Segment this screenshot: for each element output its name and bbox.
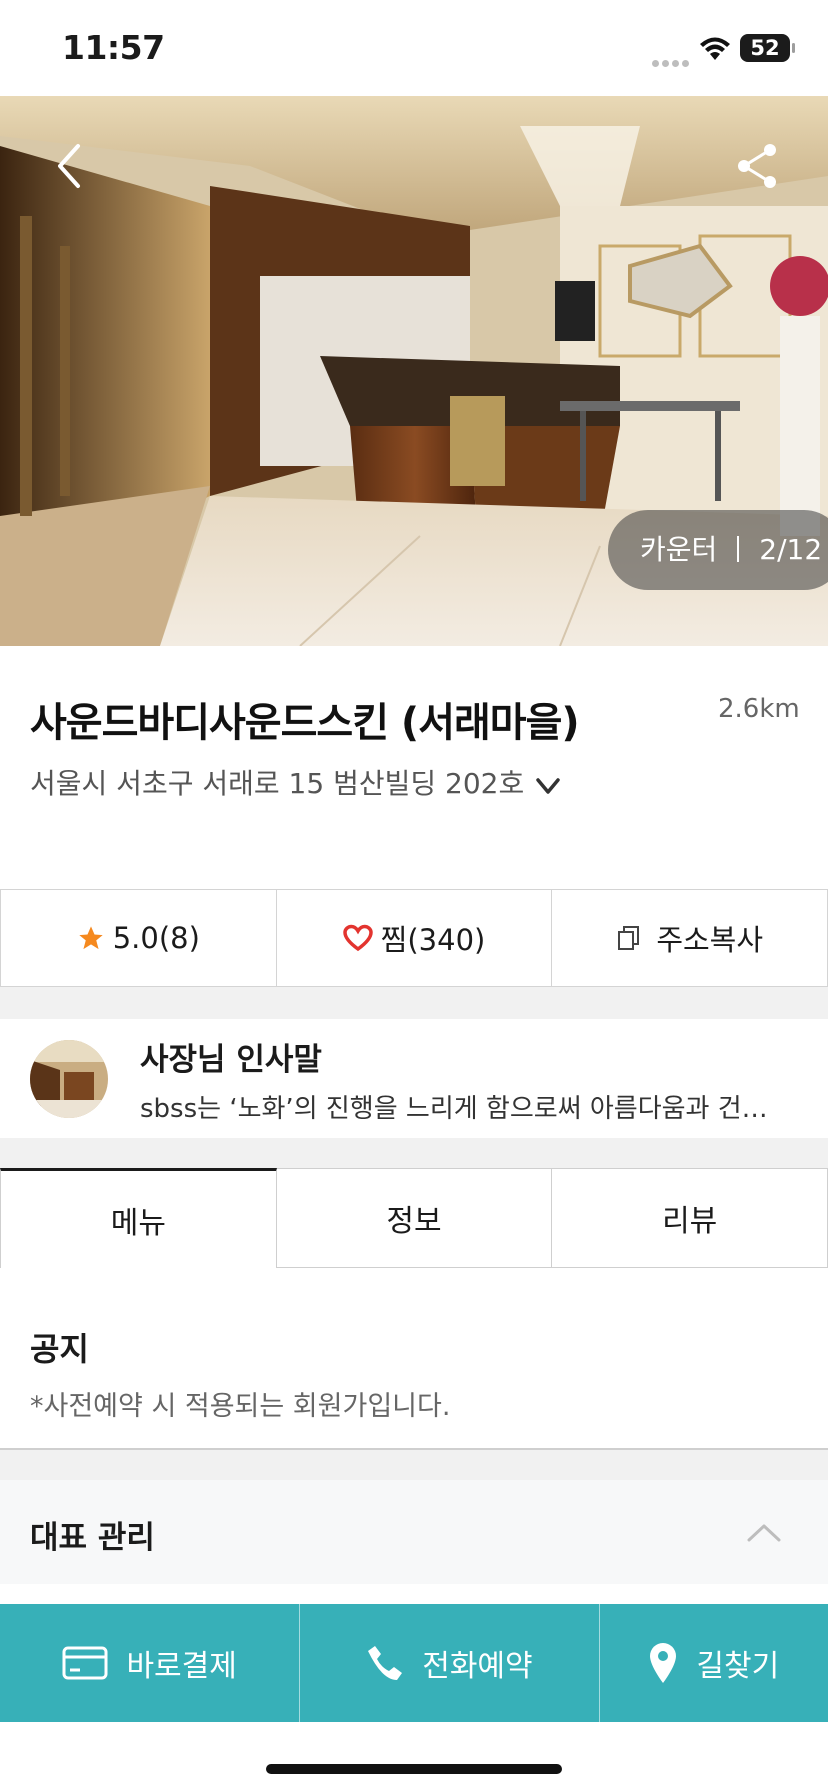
- copy-address-button[interactable]: 주소복사: [551, 890, 828, 986]
- photo-counter: 카운터 2/12: [608, 510, 828, 590]
- battery-cap: [792, 43, 795, 53]
- back-arrow-icon[interactable]: [44, 136, 96, 196]
- wishlist-button[interactable]: 찜(340): [275, 890, 552, 986]
- section-gap: [0, 1138, 828, 1168]
- battery-indicator: 52: [740, 34, 790, 62]
- section-gap: [0, 1450, 828, 1480]
- chevron-up-icon[interactable]: [744, 1518, 784, 1548]
- action-row: 5.0(8) 찜(340) 주소복사: [0, 889, 828, 987]
- tab-menu[interactable]: 메뉴: [0, 1168, 277, 1268]
- directions-label: 길찾기: [696, 1649, 780, 1684]
- wifi-icon: [700, 37, 730, 60]
- status-time: 11:57: [62, 28, 165, 67]
- phone-icon: [368, 1646, 403, 1680]
- section-title: 대표 관리: [30, 1520, 155, 1556]
- phone-reservation-label: 전화예약: [422, 1649, 533, 1684]
- owner-avatar: [30, 1040, 108, 1118]
- tab-bar: 메뉴 정보 리뷰: [0, 1168, 828, 1268]
- card-icon: [62, 1646, 108, 1680]
- shop-address[interactable]: 서울시 서초구 서래로 15 범산빌딩 202호: [30, 762, 562, 802]
- tab-reviews[interactable]: 리뷰: [552, 1168, 828, 1268]
- rating-button[interactable]: 5.0(8): [0, 890, 276, 986]
- shop-distance: 2.6km: [718, 694, 800, 724]
- wishlist-label: 찜(340): [380, 923, 486, 957]
- shop-address-text: 서울시 서초구 서래로 15 범산빌딩 202호: [30, 767, 525, 800]
- bottom-action-bar: 바로결제 전화예약 길찾기: [0, 1604, 828, 1722]
- pay-now-button[interactable]: 바로결제: [0, 1604, 299, 1722]
- notice-title: 공지: [30, 1330, 89, 1368]
- cellular-signal-icon: [652, 52, 692, 71]
- notice-text: *사전예약 시 적용되는 회원가입니다.: [30, 1391, 451, 1422]
- chevron-down-icon: [536, 778, 560, 794]
- counter-separator: [737, 536, 740, 562]
- photo-caption: 카운터: [640, 533, 718, 566]
- home-indicator: [266, 1764, 562, 1774]
- directions-button[interactable]: 길찾기: [598, 1604, 828, 1722]
- shop-name: 사운드바디사운드스킨 (서래마을): [30, 700, 580, 746]
- copy-icon: [618, 926, 640, 950]
- pay-now-label: 바로결제: [126, 1649, 237, 1684]
- copy-address-label: 주소복사: [656, 923, 764, 957]
- phone-reservation-button[interactable]: 전화예약: [299, 1604, 598, 1722]
- owner-greeting-message[interactable]: sbss는 ‘노화’의 진행을 느리게 함으로써 아름다움과 건…: [140, 1088, 790, 1125]
- owner-greeting-title: 사장님 인사말: [140, 1042, 322, 1078]
- star-icon: [79, 926, 103, 950]
- tab-info[interactable]: 정보: [276, 1168, 553, 1268]
- heart-icon: [342, 924, 373, 952]
- location-pin-icon: [650, 1643, 677, 1683]
- share-icon[interactable]: [732, 140, 784, 192]
- rating-label: 5.0(8): [112, 921, 200, 955]
- section-gap: [0, 987, 828, 1019]
- photo-index: 2/12: [759, 533, 823, 566]
